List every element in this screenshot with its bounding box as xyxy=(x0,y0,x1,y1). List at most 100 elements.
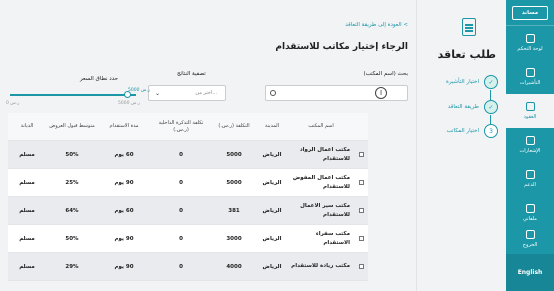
table-row[interactable]: مكتب سير الاعمال للاستقدام الرياض 381 0 … xyxy=(8,197,368,225)
passport-icon xyxy=(525,68,535,77)
filter-selected: اختر من... xyxy=(195,90,217,96)
price-range-max-value: 5000 ر.س xyxy=(128,88,150,93)
logo-mark: مساند xyxy=(512,5,548,20)
office-name: مكتب اعمال الرواد للاستقدام xyxy=(299,147,350,162)
row-checkbox-cell xyxy=(354,264,368,269)
office-internal-ticket: 0 xyxy=(179,179,183,186)
rocket-icon xyxy=(525,34,535,43)
step-contract-method[interactable]: طريقة التعاقد ✓ xyxy=(418,99,498,115)
header-acceptance[interactable]: متوسط قبول العروض xyxy=(46,123,98,130)
page-title: الرجاء إختيار مكاتب للاستقدام xyxy=(275,42,408,52)
offices-table: اسم المكتب المدينة التكلفة (ر.س.) تكلفة … xyxy=(8,113,368,281)
step-label: طريقة التعاقد xyxy=(447,104,479,110)
office-acceptance: 29% xyxy=(65,263,79,270)
sidebar-item-label: الدعم xyxy=(524,182,536,188)
office-internal-ticket: 0 xyxy=(179,207,183,214)
table-row[interactable]: مكتب اعمال الرواد للاستقدام الرياض 5000 … xyxy=(8,141,368,169)
table-row[interactable]: مكتب سفراء الاستقدام الرياض 3000 0 90 يو… xyxy=(8,225,368,253)
chevron-down-icon: ⌄ xyxy=(155,90,161,97)
row-checkbox-cell xyxy=(354,152,368,157)
office-city: الرياض xyxy=(262,207,282,214)
row-checkbox[interactable] xyxy=(358,264,364,269)
office-duration: 90 يوم xyxy=(114,179,134,186)
office-city: الرياض xyxy=(262,151,282,158)
office-name: مكتب سير الاعمال للاستقدام xyxy=(300,203,350,218)
step-offices[interactable]: اختيار المكاتب 3 xyxy=(418,123,498,139)
check-icon: ✓ xyxy=(484,75,498,89)
header-name[interactable]: اسم المكتب xyxy=(288,123,354,130)
steps-panel: طلب تعاقد اختيار التأشيرة ✓ طريقة التعاق… xyxy=(416,0,506,291)
step-visa[interactable]: اختيار التأشيرة ✓ xyxy=(418,74,498,90)
document-icon xyxy=(462,18,476,36)
sidebar-item-label: لوحة التحكم xyxy=(517,46,543,52)
table-row[interactable]: مكتب ريادة للاستقدام الرياض 4000 0 90 يو… xyxy=(8,253,368,281)
office-acceptance: 50% xyxy=(65,151,79,158)
back-link[interactable]: العودة إلى طريقة التعاقد < xyxy=(345,22,408,28)
office-religion: مسلم xyxy=(19,179,35,186)
header-cost[interactable]: التكلفة (ر.س.) xyxy=(212,123,256,130)
support-icon xyxy=(525,170,535,179)
office-city: الرياض xyxy=(262,179,282,186)
language-toggle[interactable]: English xyxy=(506,254,554,291)
office-internal-ticket: 0 xyxy=(179,235,183,242)
bell-icon xyxy=(525,136,535,145)
sidebar-item-label: الإشعارات xyxy=(519,148,541,154)
sidebar-item-support[interactable]: الدعم xyxy=(506,162,554,196)
sidebar-item-label: العقود xyxy=(523,114,537,120)
row-checkbox-cell xyxy=(354,236,368,241)
cursor-icon: I xyxy=(375,87,387,99)
office-cost: 5000 xyxy=(226,151,242,158)
price-range-thumb[interactable] xyxy=(124,91,131,98)
app-logo[interactable]: مساند xyxy=(506,0,554,26)
main-content: العودة إلى طريقة التعاقد < الرجاء إختيار… xyxy=(0,0,416,291)
price-range-track[interactable] xyxy=(10,94,136,96)
header-internal-ticket[interactable]: تكلفة التذكرة الداخلية (ر.س.) xyxy=(150,120,212,134)
search-field[interactable]: I xyxy=(265,85,408,101)
office-name: مكتب سفراء الاستقدام xyxy=(315,231,350,246)
logout-button[interactable]: الخروج xyxy=(506,222,554,256)
header-city[interactable]: المدينة xyxy=(256,123,288,130)
sidebar-item-visas[interactable]: التأشيرات xyxy=(506,60,554,94)
office-cost: 3000 xyxy=(226,235,242,242)
search-icon[interactable] xyxy=(270,90,276,96)
sidebar-item-notifications[interactable]: الإشعارات xyxy=(506,128,554,162)
office-name: مكتب ريادة للاستقدام xyxy=(291,263,350,270)
office-name: مكتب اعمال المفوض للاستقدام xyxy=(292,175,350,190)
office-religion: مسلم xyxy=(19,151,35,158)
price-range-label: حدد نطاق السعر xyxy=(80,76,119,82)
price-range-min-label: 0 ر.س xyxy=(6,101,20,106)
gear-icon xyxy=(525,204,535,213)
office-duration: 90 يوم xyxy=(114,235,134,242)
row-checkbox[interactable] xyxy=(358,152,364,157)
main-sidebar: مساند لوحة التحكم التأشيرات العقود الإشع… xyxy=(506,0,554,291)
steps-title: طلب تعاقد xyxy=(437,48,496,61)
step-label: اختيار التأشيرة xyxy=(445,79,479,85)
office-acceptance: 64% xyxy=(65,207,79,214)
row-checkbox[interactable] xyxy=(358,236,364,241)
row-checkbox-cell xyxy=(354,208,368,213)
filter-dropdown[interactable]: اختر من... ⌄ xyxy=(148,85,226,101)
filter-label: تصفية النتائج xyxy=(177,71,206,77)
office-duration: 60 يوم xyxy=(114,151,134,158)
price-range-max-label: 5000 ر.س xyxy=(118,101,140,106)
logout-label: الخروج xyxy=(522,242,538,248)
row-checkbox[interactable] xyxy=(358,180,364,185)
office-cost: 4000 xyxy=(226,263,242,270)
office-city: الرياض xyxy=(262,235,282,242)
step-number: 3 xyxy=(484,124,498,138)
header-duration[interactable]: مدة الاستقدام xyxy=(98,123,150,130)
office-religion: مسلم xyxy=(19,207,35,214)
sidebar-item-contracts[interactable]: العقود xyxy=(506,94,554,128)
table-row[interactable]: مكتب اعمال المفوض للاستقدام الرياض 5000 … xyxy=(8,169,368,197)
search-label: بحث (اسم المكتب) xyxy=(363,71,408,77)
contract-icon xyxy=(525,102,535,111)
table-body: مكتب اعمال الرواد للاستقدام الرياض 5000 … xyxy=(8,141,368,281)
sidebar-item-label: التأشيرات xyxy=(519,80,541,86)
office-cost: 5000 xyxy=(226,179,242,186)
office-city: الرياض xyxy=(262,263,282,270)
row-checkbox[interactable] xyxy=(358,208,364,213)
sidebar-item-dashboard[interactable]: لوحة التحكم xyxy=(506,26,554,60)
office-internal-ticket: 0 xyxy=(179,263,183,270)
logout-icon xyxy=(525,230,535,239)
office-internal-ticket: 0 xyxy=(179,151,183,158)
